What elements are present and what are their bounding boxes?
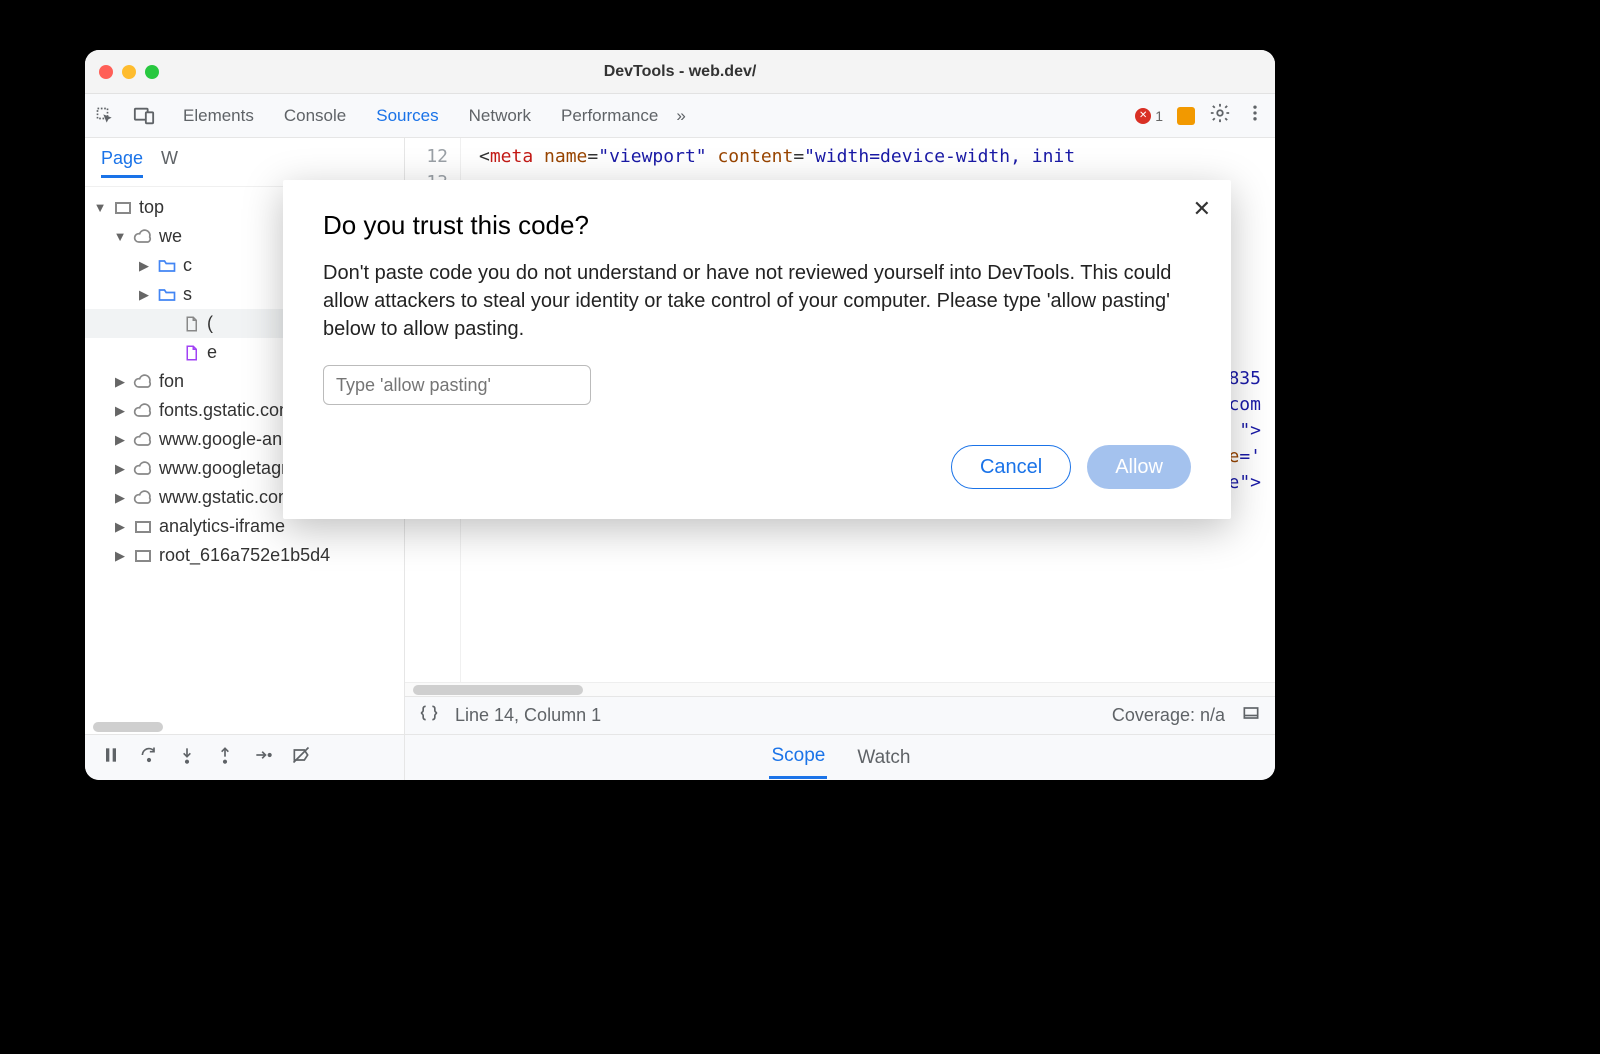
allow-button[interactable]: Allow bbox=[1087, 445, 1191, 489]
step-icon[interactable] bbox=[253, 745, 273, 770]
tree-item-label: fonts.gstatic.com bbox=[159, 400, 294, 421]
tree-item[interactable]: ▶ root_616a752e1b5d4 bbox=[85, 541, 404, 570]
zoom-window-icon[interactable] bbox=[145, 65, 159, 79]
kebab-menu-icon[interactable] bbox=[1245, 103, 1265, 128]
close-window-icon[interactable] bbox=[99, 65, 113, 79]
tree-item-label: we bbox=[159, 226, 182, 247]
sidebar-tab-page[interactable]: Page bbox=[101, 148, 143, 178]
tabs-overflow-icon[interactable]: » bbox=[676, 106, 685, 126]
minimize-window-icon[interactable] bbox=[122, 65, 136, 79]
tree-item-label: top bbox=[139, 197, 164, 218]
deactivate-breakpoints-icon[interactable] bbox=[291, 745, 311, 770]
pause-icon[interactable] bbox=[101, 745, 121, 770]
chevron-icon: ▶ bbox=[113, 374, 127, 390]
error-count-badge[interactable]: ✕ 1 bbox=[1135, 108, 1163, 124]
tree-item-label: analytics-iframe bbox=[159, 516, 285, 537]
cursor-position: Line 14, Column 1 bbox=[455, 705, 601, 726]
error-count: 1 bbox=[1155, 108, 1163, 124]
tab-network[interactable]: Network bbox=[469, 106, 531, 126]
chevron-icon: ▶ bbox=[113, 461, 127, 477]
cancel-button[interactable]: Cancel bbox=[951, 445, 1071, 489]
traffic-lights bbox=[99, 65, 159, 79]
editor-statusbar: Line 14, Column 1 Coverage: n/a bbox=[405, 696, 1275, 734]
tab-sources[interactable]: Sources bbox=[376, 106, 438, 126]
step-out-icon[interactable] bbox=[215, 745, 235, 770]
chevron-icon: ▼ bbox=[113, 229, 127, 244]
tab-elements[interactable]: Elements bbox=[183, 106, 254, 126]
tree-item-label: ( bbox=[207, 313, 213, 334]
chevron-icon: ▶ bbox=[137, 287, 151, 303]
devtools-window: DevTools - web.dev/ Elements Console Sourc… bbox=[85, 50, 1275, 780]
error-icon: ✕ bbox=[1135, 108, 1151, 124]
collapse-panel-icon[interactable] bbox=[1241, 703, 1261, 728]
device-toggle-icon[interactable] bbox=[133, 105, 155, 127]
tree-item-label: fon bbox=[159, 371, 184, 392]
chevron-icon: ▶ bbox=[113, 432, 127, 448]
tree-item-label: s bbox=[183, 284, 192, 305]
tab-console[interactable]: Console bbox=[284, 106, 346, 126]
devtools-toolbar: Elements Console Sources Network Performance… bbox=[85, 94, 1275, 138]
chevron-icon: ▶ bbox=[113, 490, 127, 506]
tree-item-label: www.gstatic.com bbox=[159, 487, 293, 508]
watch-tab[interactable]: Watch bbox=[857, 747, 910, 769]
inspect-icon[interactable] bbox=[95, 106, 115, 126]
sidebar-tab-workspace[interactable]: W bbox=[161, 148, 178, 178]
scope-tab[interactable]: Scope bbox=[769, 736, 827, 779]
chevron-icon: ▶ bbox=[113, 548, 127, 564]
step-over-icon[interactable] bbox=[139, 745, 159, 770]
tab-performance[interactable]: Performance bbox=[561, 106, 658, 126]
tree-item-label: root_616a752e1b5d4 bbox=[159, 545, 330, 566]
allow-pasting-input[interactable] bbox=[323, 365, 591, 405]
pretty-print-icon[interactable] bbox=[419, 703, 439, 728]
gear-icon[interactable] bbox=[1209, 102, 1231, 129]
tree-item-label: c bbox=[183, 255, 192, 276]
chevron-icon: ▶ bbox=[113, 403, 127, 419]
window-title: DevTools - web.dev/ bbox=[85, 63, 1275, 81]
chevron-icon: ▶ bbox=[137, 258, 151, 274]
coverage-label: Coverage: n/a bbox=[1112, 705, 1225, 726]
dialog-title: Do you trust this code? bbox=[323, 210, 1191, 241]
dialog-close-icon[interactable]: ✕ bbox=[1193, 196, 1211, 222]
titlebar: DevTools - web.dev/ bbox=[85, 50, 1275, 94]
step-into-icon[interactable] bbox=[177, 745, 197, 770]
dialog-body: Don't paste code you do not understand o… bbox=[323, 259, 1191, 343]
chevron-icon: ▼ bbox=[93, 200, 107, 215]
warning-icon[interactable] bbox=[1177, 107, 1195, 125]
editor-hscroll[interactable] bbox=[405, 682, 1275, 696]
sidebar-hscroll[interactable] bbox=[85, 720, 404, 734]
debugger-bar: Scope Watch bbox=[85, 734, 1275, 780]
chevron-icon: ▶ bbox=[113, 519, 127, 535]
tree-item-label: e bbox=[207, 342, 217, 363]
trust-code-dialog: ✕ Do you trust this code? Don't paste co… bbox=[283, 180, 1231, 519]
